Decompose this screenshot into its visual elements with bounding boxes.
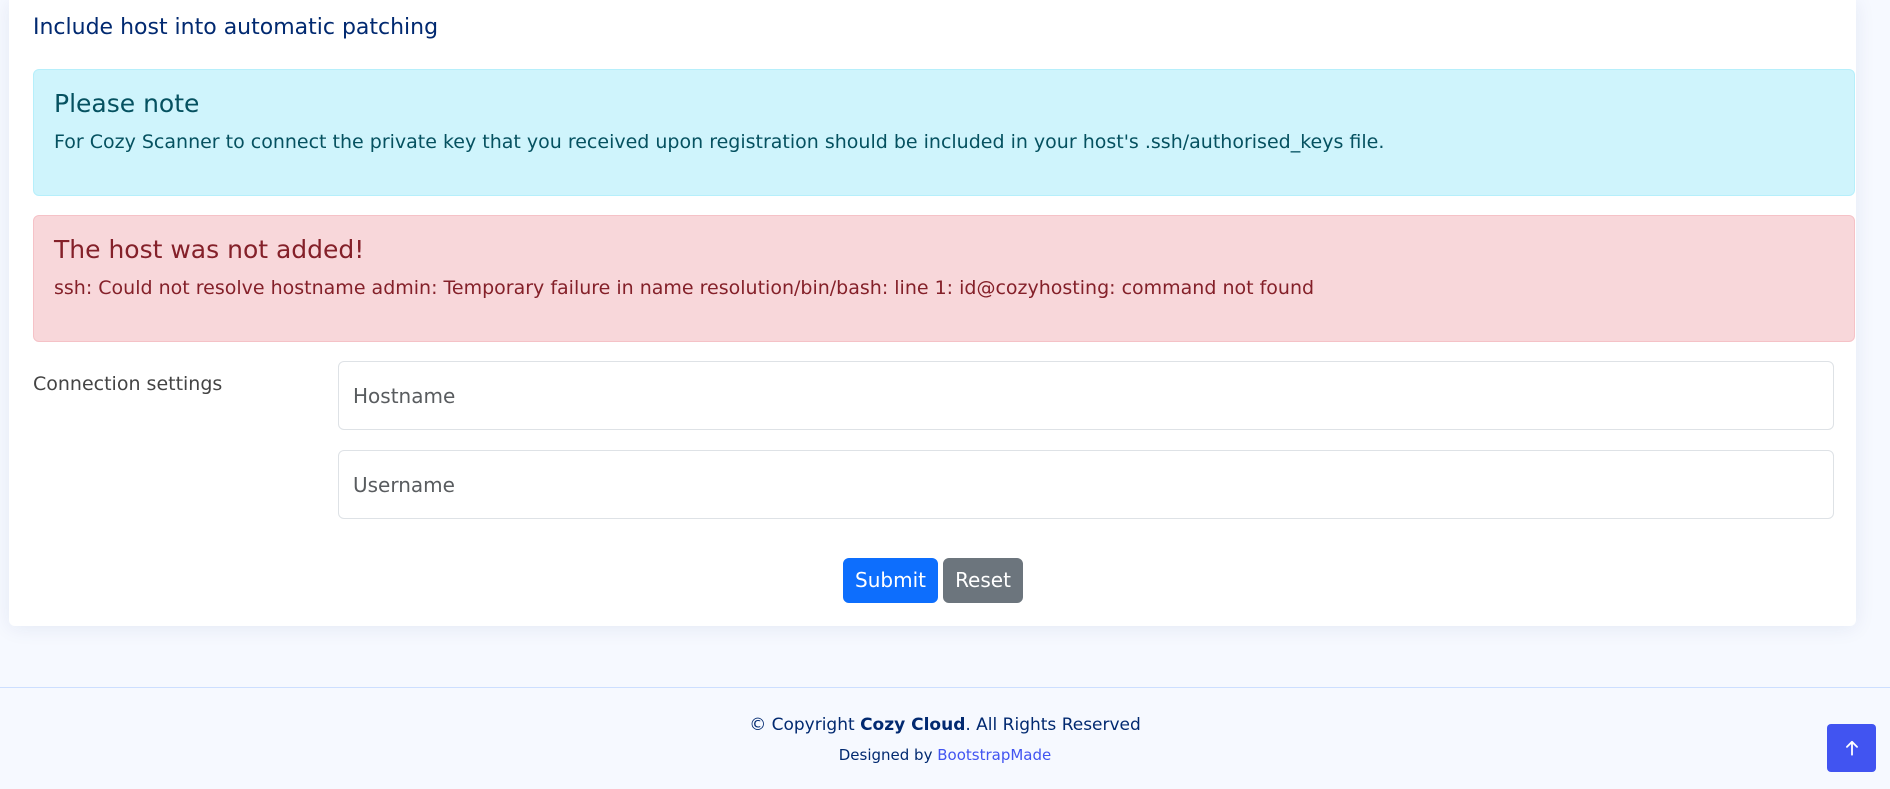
info-alert: Please note For Cozy Scanner to connect …: [33, 69, 1855, 196]
credits: Designed by BootstrapMade: [0, 745, 1890, 765]
card-title: Include host into automatic patching: [33, 15, 439, 40]
arrow-up-icon: [1845, 740, 1858, 756]
info-alert-heading: Please note: [54, 89, 200, 118]
reset-button[interactable]: Reset: [943, 558, 1023, 603]
username-input[interactable]: [338, 450, 1834, 519]
patching-card: Include host into automatic patching Ple…: [9, 0, 1856, 626]
credits-prefix: Designed by: [838, 746, 938, 764]
submit-button[interactable]: Submit: [843, 558, 938, 603]
footer: © Copyright Cozy Cloud. All Rights Reser…: [0, 687, 1890, 789]
copyright-prefix: © Copyright: [749, 715, 861, 735]
back-to-top-button[interactable]: [1827, 724, 1876, 772]
error-alert-text: ssh: Could not resolve hostname admin: T…: [54, 277, 1315, 299]
error-alert: The host was not added! ssh: Could not r…: [33, 215, 1855, 342]
company-name: Cozy Cloud: [860, 715, 966, 735]
connection-settings-label: Connection settings: [33, 373, 223, 395]
error-alert-heading: The host was not added!: [54, 235, 365, 264]
bootstrapmade-link[interactable]: BootstrapMade: [937, 746, 1051, 764]
info-alert-text: For Cozy Scanner to connect the private …: [54, 131, 1385, 153]
hostname-input[interactable]: [338, 361, 1834, 430]
copyright: © Copyright Cozy Cloud. All Rights Reser…: [0, 714, 1890, 736]
copyright-suffix: . All Rights Reserved: [965, 715, 1141, 735]
